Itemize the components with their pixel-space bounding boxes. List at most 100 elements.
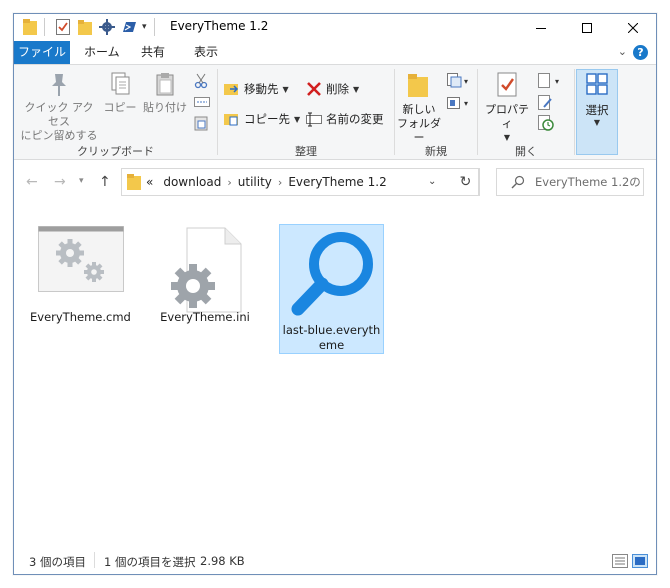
selection-count: 1 個の項目を選択 [104, 555, 196, 569]
pin-icon [47, 74, 71, 100]
new-folder-label-line1: 新しい [402, 103, 436, 116]
selection-size: 2.98 KB [200, 554, 245, 568]
copy-icon [108, 72, 132, 100]
copy-button[interactable]: コピー [102, 71, 138, 115]
details-view-icon[interactable] [612, 554, 628, 568]
new-group-label: 新規 [425, 145, 447, 158]
svg-text:▾: ▾ [555, 77, 559, 86]
breadcrumb-overflow[interactable]: « [146, 175, 153, 189]
copy-label: コピー [103, 101, 137, 114]
pin-label-line1: クイック アクセス [24, 101, 94, 128]
delete-x-icon [306, 81, 322, 97]
easy-access-icon[interactable]: ▾ [447, 95, 471, 114]
open-icon[interactable]: ▾ [538, 73, 564, 92]
close-button[interactable] [610, 14, 656, 41]
file-item[interactable]: EveryTheme.ini [155, 212, 255, 342]
clipboard-group-label: クリップボード [77, 145, 154, 158]
file-item[interactable]: EveryTheme.cmd [30, 212, 131, 342]
recent-locations-chevron-icon[interactable]: ▾ [79, 176, 84, 186]
delete-label: 削除 [326, 82, 349, 96]
navigation-bar: ← → ▾ ↑ « download › utility › EveryTheme 1.2… [14, 160, 656, 204]
new-folder-button[interactable]: 新しい フォルダー [395, 71, 443, 145]
refresh-button[interactable]: ↻ [452, 168, 480, 196]
breadcrumb-chevron-icon[interactable]: › [278, 176, 282, 189]
address-bar[interactable]: « download › utility › EveryTheme 1.2 ⌄ [121, 168, 479, 196]
maximize-button[interactable] [564, 14, 610, 41]
file-name-line1: last-blue.everyth [282, 323, 381, 337]
properties-icon[interactable] [56, 19, 70, 35]
tab-home[interactable]: ホーム [74, 41, 130, 64]
delete-button[interactable]: 削除 ▼ [306, 81, 359, 97]
minimize-button[interactable] [518, 14, 564, 41]
tab-share[interactable]: 共有 [131, 41, 175, 64]
svg-text:▾: ▾ [464, 77, 468, 86]
large-icons-view-icon[interactable] [632, 554, 648, 568]
properties-button[interactable]: プロパティ ▼ [482, 71, 532, 145]
new-folder-label-line2: フォルダー [397, 117, 441, 144]
organize-group-label: 整理 [295, 145, 317, 158]
status-separator [94, 552, 95, 568]
explorer-window: ▾ EveryTheme 1.2 ファイル ホーム 共有 表示 ⌄ ? クイック [13, 13, 657, 575]
copy-path-icon[interactable] [194, 95, 210, 112]
window-title: EveryTheme 1.2 [170, 19, 269, 33]
move-to-dropdown-icon: ▼ [282, 84, 289, 94]
move-to-label: 移動先 [244, 82, 279, 96]
rename-button[interactable]: 名前の変更 [306, 111, 384, 127]
title-separator [154, 18, 155, 36]
select-dropdown-icon: ▼ [593, 118, 601, 127]
title-bar: ▾ EveryTheme 1.2 [14, 14, 656, 41]
breadcrumb-item[interactable]: EveryTheme 1.2 [288, 175, 386, 189]
new-group: 新しい フォルダー ▾ ▾ 新規 [395, 65, 477, 161]
pin-quick-access-button[interactable]: クイック アクセス にピン留めする [20, 71, 98, 143]
properties-icon [495, 72, 519, 102]
properties-label: プロパティ [485, 103, 529, 130]
paste-button[interactable]: 貼り付け [142, 71, 188, 115]
select-label: 選択 [585, 103, 609, 117]
new-folder-icon[interactable] [78, 19, 92, 35]
help-icon[interactable]: ? [633, 45, 648, 60]
select-icon [585, 72, 609, 99]
move-folder-icon [224, 81, 240, 97]
copy-folder-icon [224, 111, 240, 127]
history-icon[interactable] [538, 115, 554, 134]
edit-icon[interactable] [538, 95, 554, 114]
new-folder-icon [406, 74, 432, 102]
file-name: EveryTheme.cmd [30, 310, 131, 324]
tab-view[interactable]: 表示 [184, 41, 228, 64]
move-to-button[interactable]: 移動先 ▼ [224, 81, 289, 97]
collapse-ribbon-icon[interactable]: ⌄ [618, 45, 627, 58]
paste-label: 貼り付け [143, 101, 187, 114]
cmd-gears-icon [38, 226, 124, 295]
back-arrow-icon[interactable]: ← [26, 174, 38, 190]
cut-icon[interactable] [194, 73, 208, 92]
up-arrow-icon[interactable]: ↑ [99, 174, 111, 190]
gear-icon[interactable] [99, 19, 115, 35]
paste-shortcut-icon[interactable] [194, 115, 208, 134]
breadcrumb-item[interactable]: download [163, 175, 221, 189]
clipboard-icon [153, 73, 177, 100]
file-item-selected[interactable]: last-blue.everyth eme [279, 224, 384, 354]
open-group: プロパティ ▼ ▾ 開く [478, 65, 574, 161]
rename-icon [306, 111, 322, 127]
customize-qa-chevron-icon[interactable]: ▾ [142, 22, 147, 32]
copy-to-label: コピー先 [244, 112, 290, 126]
rename-label: 名前の変更 [326, 112, 384, 126]
forward-arrow-icon[interactable]: → [54, 174, 66, 190]
folder-icon [23, 19, 37, 35]
address-dropdown-icon[interactable]: ⌄ [428, 176, 436, 187]
ribbon: クイック アクセス にピン留めする コピー 貼り付け クリップボード 移動先 ▼… [14, 64, 656, 160]
copy-to-dropdown-icon: ▼ [294, 114, 301, 124]
breadcrumb-chevron-icon[interactable]: › [227, 176, 231, 189]
organize-group: 移動先 ▼ コピー先 ▼ 削除 ▼ 名前の変更 整理 [218, 65, 394, 161]
pin-label-line2: にピン留めする [20, 129, 98, 142]
select-button[interactable]: 選択 ▼ [576, 69, 618, 155]
search-icon [511, 175, 525, 192]
ribbon-separator [574, 69, 575, 155]
powershell-icon[interactable] [121, 19, 137, 35]
breadcrumb-item[interactable]: utility [238, 175, 272, 189]
search-box[interactable]: EveryTheme 1.2の... [496, 168, 644, 196]
copy-to-button[interactable]: コピー先 ▼ [224, 111, 300, 127]
new-item-icon[interactable]: ▾ [447, 73, 471, 92]
tab-file[interactable]: ファイル [14, 41, 70, 64]
qa-separator [44, 18, 45, 36]
